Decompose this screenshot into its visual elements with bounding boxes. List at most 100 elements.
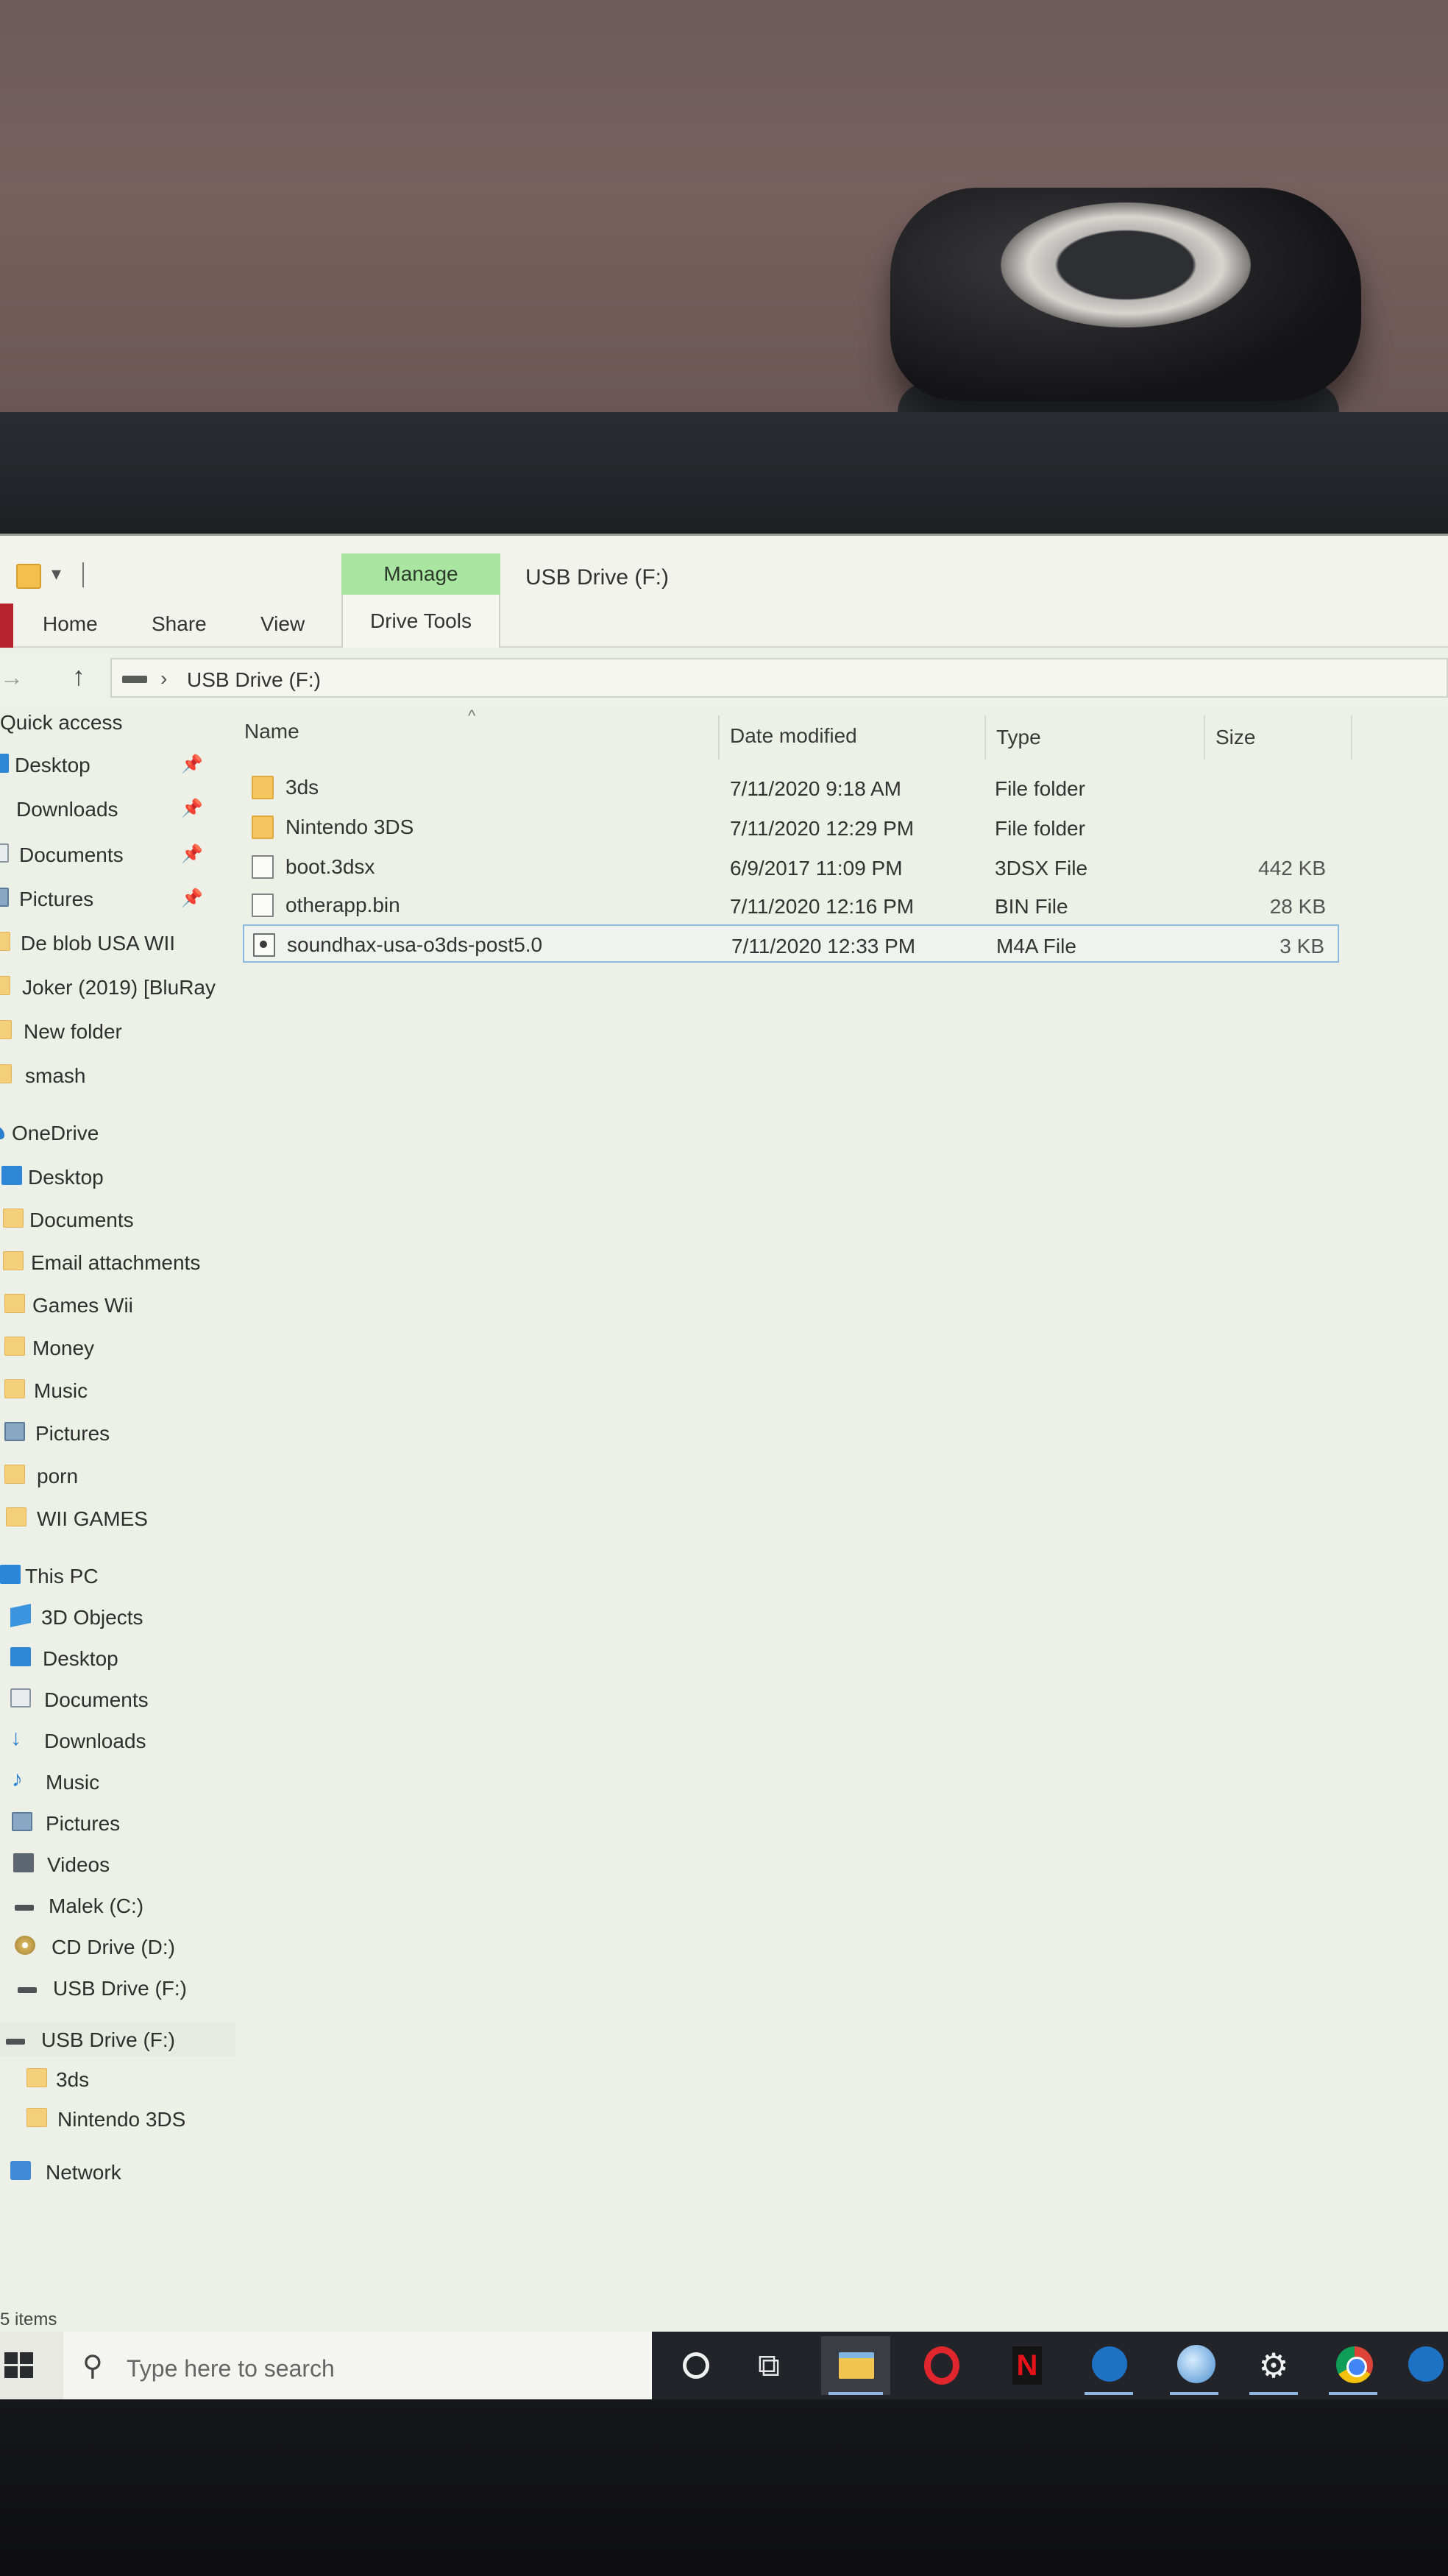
nav-quick-access[interactable]: Quick access — [0, 705, 235, 739]
file-row-selected[interactable]: soundhax-usa-o3ds-post5.0 7/11/2020 12:3… — [243, 924, 1339, 963]
nav-quick-folder[interactable]: New folder — [0, 1014, 235, 1048]
nav-quick-folder[interactable]: smash — [0, 1058, 235, 1092]
browser-button[interactable] — [1160, 2336, 1229, 2395]
file-icon — [252, 855, 274, 879]
music-icon: ♪ — [12, 1767, 23, 1791]
file-row[interactable]: Nintendo 3DS 7/11/2020 12:29 PM File fol… — [243, 808, 1339, 846]
start-button[interactable] — [0, 2332, 63, 2399]
nav-pc-downloads[interactable]: ↓ Downloads — [0, 1724, 235, 1758]
folder-icon — [4, 1379, 25, 1398]
opera-button[interactable] — [906, 2336, 976, 2395]
pin-icon[interactable]: 📌 — [181, 798, 203, 819]
chevron-right-icon[interactable]: › — [160, 667, 167, 690]
pin-icon[interactable]: 📌 — [181, 843, 203, 865]
nav-quick-desktop[interactable]: Desktop 📌 — [0, 748, 235, 782]
manage-context-tab[interactable]: Manage — [341, 553, 500, 595]
quick-access-toolbar-dropdown-icon[interactable]: ▾ — [52, 562, 61, 585]
nav-label: porn — [37, 1465, 79, 1487]
nav-onedrive[interactable]: OneDrive — [0, 1116, 235, 1150]
nav-onedrive-email-attachments[interactable]: Email attachments — [0, 1245, 235, 1279]
nav-quick-folder[interactable]: Joker (2019) [BluRay — [0, 970, 235, 1004]
nav-onedrive-pictures[interactable]: Pictures — [0, 1416, 235, 1450]
file-explorer-button[interactable] — [821, 2336, 890, 2395]
ribbon-tab-bar: Home Share View Drive Tools — [0, 595, 1448, 648]
steam-button-2[interactable] — [1395, 2336, 1448, 2395]
nav-usb-drive[interactable]: USB Drive (F:) — [0, 2023, 235, 2056]
file-date-modified: 7/11/2020 12:16 PM — [730, 895, 915, 918]
nav-quick-documents[interactable]: Documents 📌 — [0, 838, 235, 871]
nav-quick-folder[interactable]: De blob USA WII — [0, 926, 235, 960]
nav-onedrive-wii-games[interactable]: WII GAMES — [0, 1501, 235, 1535]
nav-label: Money — [32, 1337, 95, 1359]
nav-pc-3d-objects[interactable]: 3D Objects — [0, 1600, 235, 1634]
folder-icon — [4, 1465, 25, 1484]
nav-onedrive-music[interactable]: Music — [0, 1373, 235, 1407]
address-bar[interactable]: › USB Drive (F:) — [110, 658, 1448, 698]
tab-view[interactable]: View — [260, 612, 305, 636]
nav-label: Quick access — [0, 711, 123, 734]
nav-pc-documents[interactable]: Documents — [0, 1682, 235, 1716]
netflix-button[interactable]: N — [992, 2336, 1061, 2395]
task-view-button[interactable]: ⧉ — [734, 2336, 803, 2395]
search-icon: ⚲ — [82, 2351, 103, 2382]
nav-onedrive-documents[interactable]: Documents — [0, 1203, 235, 1236]
nav-pc-drive-f[interactable]: USB Drive (F:) — [0, 1971, 235, 2005]
file-icon — [252, 894, 274, 917]
nav-pc-videos[interactable]: Videos — [0, 1847, 235, 1881]
nav-label: USB Drive (F:) — [41, 2028, 175, 2051]
opera-browser-icon — [924, 2346, 959, 2385]
pin-icon[interactable]: 📌 — [181, 888, 203, 909]
steam-button[interactable] — [1074, 2336, 1143, 2395]
nav-onedrive-games-wii[interactable]: Games Wii — [0, 1288, 235, 1322]
photo-scene: ▾ Manage USB Drive (F:) Home Share View … — [0, 0, 1448, 2576]
up-arrow-icon[interactable]: ↑ — [72, 661, 85, 692]
nav-pc-music[interactable]: ♪ Music — [0, 1765, 235, 1799]
nav-quick-pictures[interactable]: Pictures 📌 — [0, 882, 235, 916]
chrome-button[interactable] — [1319, 2336, 1388, 2395]
folder-icon — [252, 815, 274, 839]
tab-home[interactable]: Home — [43, 612, 98, 636]
settings-button[interactable]: ⚙ — [1239, 2336, 1308, 2395]
nav-pc-drive-c[interactable]: Malek (C:) — [0, 1889, 235, 1922]
nav-label: smash — [25, 1064, 86, 1087]
file-date-modified: 7/11/2020 12:33 PM — [731, 935, 916, 958]
nav-usb-nintendo-3ds[interactable]: Nintendo 3DS — [0, 2102, 235, 2136]
nav-label: Music — [34, 1379, 88, 1402]
breadcrumb-usb-drive[interactable]: USB Drive (F:) — [187, 668, 321, 692]
nav-pc-pictures[interactable]: Pictures — [0, 1806, 235, 1840]
file-row[interactable]: boot.3dsx 6/9/2017 11:09 PM 3DSX File 44… — [243, 848, 1339, 886]
chrome-icon — [1336, 2346, 1373, 2383]
steam-icon — [1408, 2346, 1444, 2382]
gear-icon: ⚙ — [1258, 2346, 1289, 2385]
nav-this-pc[interactable]: This PC — [0, 1559, 235, 1593]
folder-icon — [0, 932, 10, 951]
taskbar-search-box[interactable]: ⚲ Type here to search — [63, 2332, 652, 2399]
folder-icon[interactable] — [16, 564, 41, 589]
file-name: otherapp.bin — [285, 894, 400, 916]
forward-arrow-icon[interactable]: → — [0, 664, 24, 691]
nav-pc-desktop[interactable]: Desktop — [0, 1641, 235, 1675]
file-tab[interactable] — [0, 604, 13, 648]
globe-icon — [1177, 2345, 1215, 2383]
nav-onedrive-desktop[interactable]: Desktop — [0, 1160, 235, 1194]
nav-label: Downloads — [16, 798, 118, 821]
nav-label: Documents — [44, 1688, 149, 1711]
nav-label: New folder — [24, 1020, 122, 1043]
tab-share[interactable]: Share — [152, 612, 207, 636]
nav-usb-3ds[interactable]: 3ds — [0, 2062, 235, 2096]
file-row[interactable]: otherapp.bin 7/11/2020 12:16 PM BIN File… — [243, 886, 1339, 924]
nav-onedrive-money[interactable]: Money — [0, 1331, 235, 1365]
file-explorer-icon — [839, 2352, 874, 2379]
nav-label: 3D Objects — [41, 1606, 143, 1629]
folder-icon — [26, 2108, 47, 2127]
tab-drive-tools[interactable]: Drive Tools — [341, 595, 500, 648]
nav-quick-downloads[interactable]: ↓ Downloads 📌 — [0, 792, 235, 826]
pin-icon[interactable]: 📌 — [181, 754, 203, 775]
nav-network[interactable]: Network — [0, 2155, 235, 2189]
cortana-button[interactable] — [662, 2336, 731, 2395]
nav-onedrive-folder[interactable]: porn — [0, 1459, 235, 1493]
file-row[interactable]: 3ds 7/11/2020 9:18 AM File folder — [243, 768, 1339, 807]
nav-label: Music — [46, 1771, 100, 1794]
nav-pc-drive-d[interactable]: CD Drive (D:) — [0, 1930, 235, 1964]
netflix-icon: N — [1012, 2346, 1042, 2385]
